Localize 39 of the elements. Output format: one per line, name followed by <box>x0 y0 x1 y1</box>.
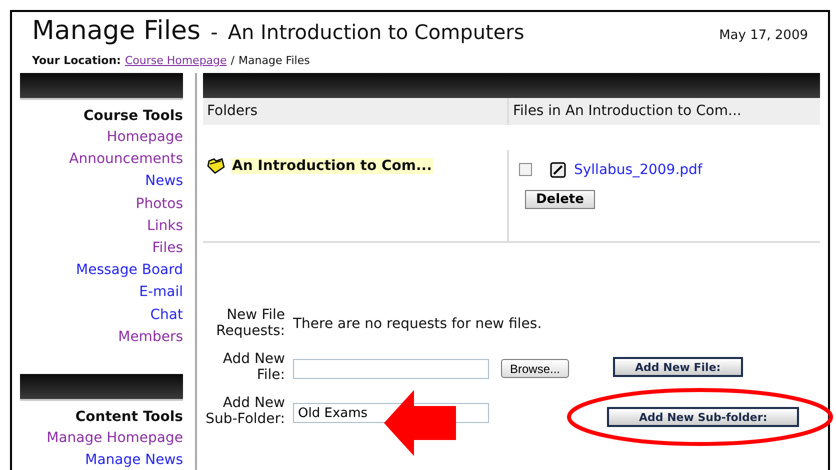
sidebar-link[interactable]: E-mail <box>139 281 183 304</box>
breadcrumb-current: Manage Files <box>238 54 310 67</box>
file-link[interactable]: Syllabus_2009.pdf <box>574 162 702 178</box>
page-title: Manage Files <box>32 16 201 46</box>
add-file-button[interactable]: Add New File: <box>613 357 743 377</box>
arrow-annotation <box>384 390 456 456</box>
folder-item[interactable]: An Introduction to Com... <box>231 158 433 174</box>
form-label: Add New File: <box>222 351 285 383</box>
breadcrumb-link[interactable]: Course Homepage <box>124 54 227 67</box>
sidebar-link[interactable]: Members <box>118 326 183 348</box>
file-path-field[interactable] <box>293 359 489 379</box>
column-header: Folders <box>203 98 507 125</box>
section-heading: Course Tools <box>82 108 183 124</box>
location-label: Your Location: <box>32 54 121 67</box>
browse-button[interactable]: Browse... <box>501 359 570 378</box>
sidebar-link[interactable]: Manage News <box>85 449 183 470</box>
sidebar-link[interactable]: Files <box>152 237 183 260</box>
folder-icon <box>207 158 225 174</box>
sidebar-link[interactable]: Homepage <box>106 126 183 148</box>
sidebar-link[interactable]: Announcements <box>69 148 183 170</box>
sidebar-link[interactable]: News <box>145 170 183 193</box>
sidebar-link[interactable]: Links <box>147 214 183 238</box>
delete-button[interactable]: Delete <box>525 190 595 208</box>
sidebar-link[interactable]: Message Board <box>76 259 183 282</box>
file-checkbox[interactable] <box>519 163 532 176</box>
form-label: New File Requests: <box>215 307 285 339</box>
breadcrumb-separator: / <box>230 54 235 67</box>
add-subfolder-button[interactable]: Add New Sub-folder: <box>607 407 800 427</box>
sidebar-link[interactable]: Photos <box>136 192 183 215</box>
document-icon <box>550 162 566 178</box>
date-text: May 17, 2009 <box>719 28 808 43</box>
info-text: There are no requests for new files. <box>293 316 542 332</box>
sidebar-link[interactable]: Chat <box>150 304 183 326</box>
sidebar-link[interactable]: Manage Homepage <box>46 427 183 450</box>
course-title: An Introduction to Computers <box>228 20 524 44</box>
section-heading: Content Tools <box>74 409 183 426</box>
column-header: Files in An Introduction to Com... <box>507 98 820 125</box>
form-label: Add New Sub-Folder: <box>204 395 285 427</box>
title-separator: - <box>210 20 218 44</box>
